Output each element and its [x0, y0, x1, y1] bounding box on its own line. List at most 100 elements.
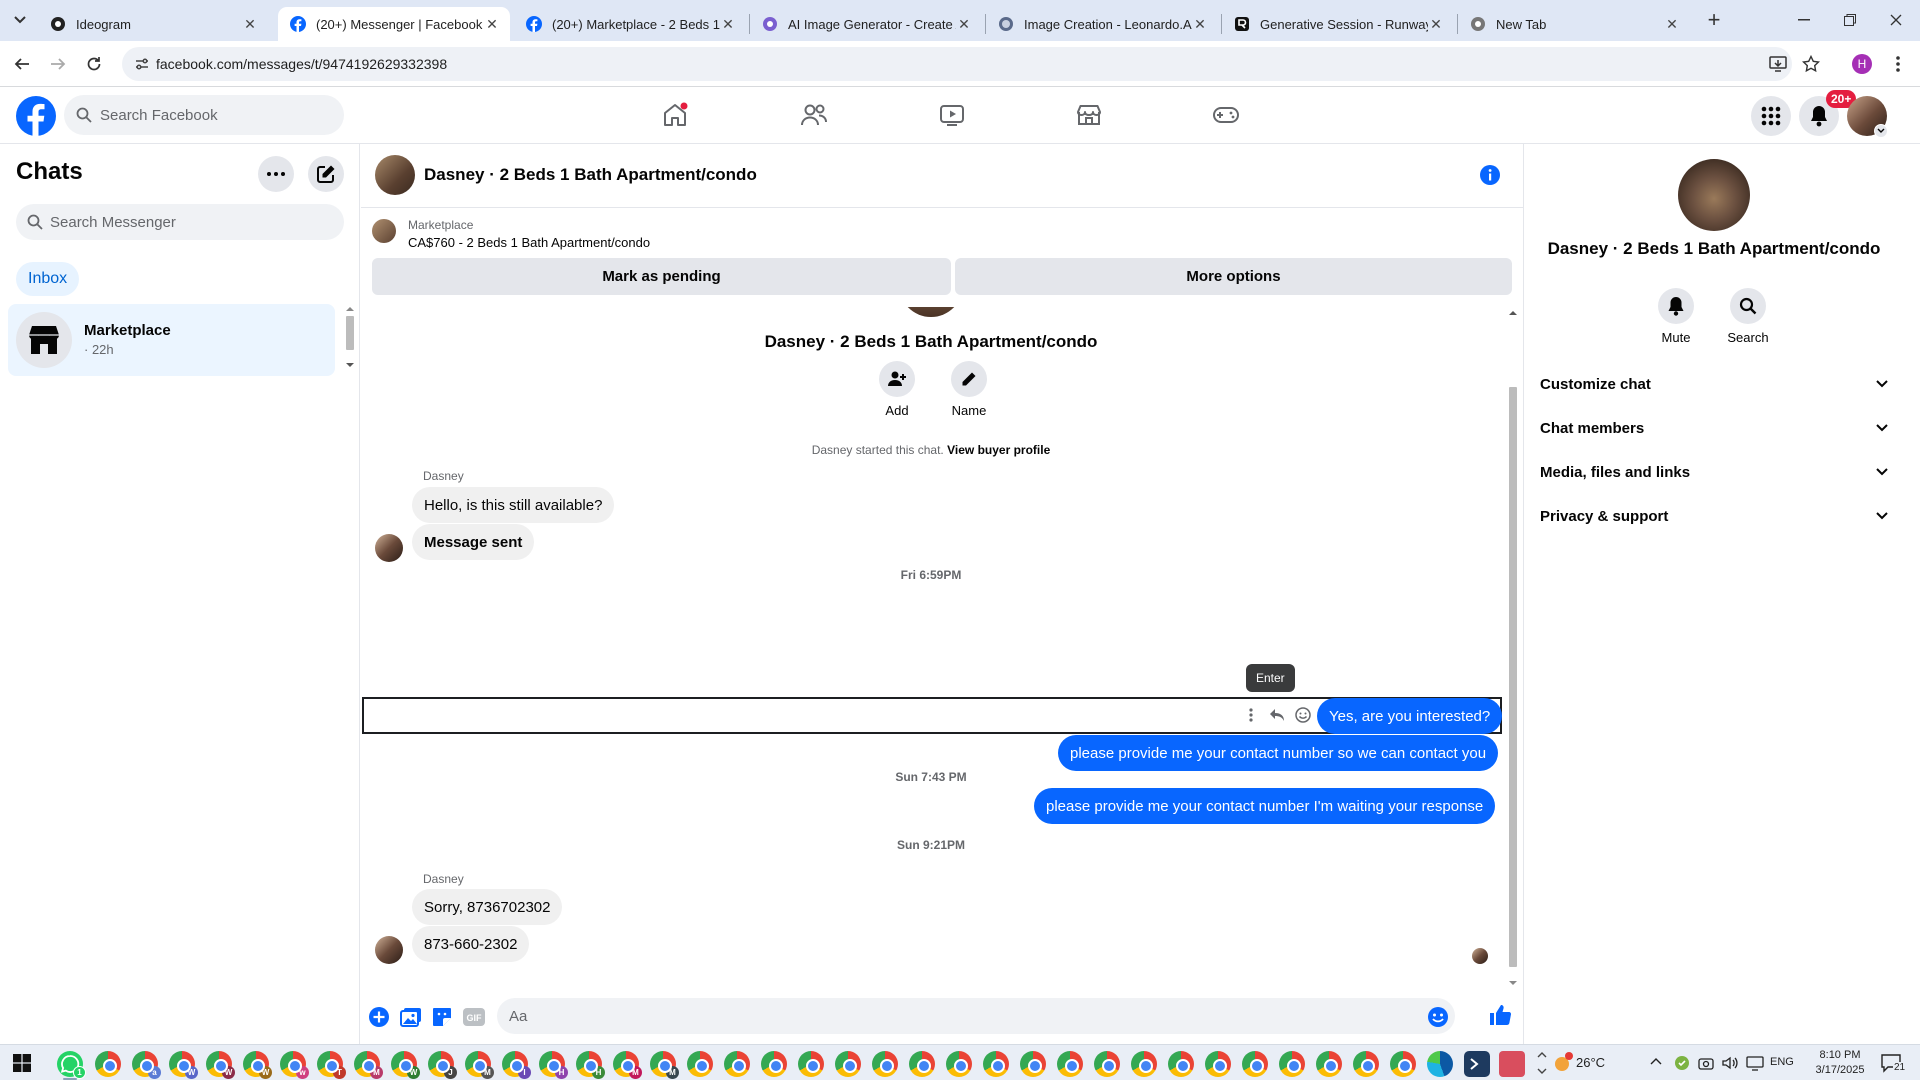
new-message-button[interactable] — [308, 156, 344, 192]
emoji-icon[interactable] — [1427, 1006, 1449, 1028]
security-tray-icon[interactable] — [1674, 1055, 1690, 1071]
chrome-icon[interactable]: a — [132, 1051, 161, 1079]
chrome-icon[interactable]: w — [280, 1051, 309, 1079]
thread-scrollbar[interactable] — [1505, 307, 1521, 990]
photo-icon[interactable] — [399, 1005, 423, 1029]
close-window-icon[interactable] — [1884, 8, 1908, 32]
facebook-logo-icon[interactable] — [16, 96, 56, 136]
message-input[interactable]: Aa — [497, 998, 1455, 1034]
chrome-icon[interactable] — [983, 1051, 1009, 1077]
chrome-icon[interactable]: M — [465, 1051, 494, 1079]
chrome-icon[interactable]: M — [354, 1051, 383, 1079]
chrome-icon[interactable] — [872, 1051, 898, 1077]
browser-tab[interactable]: (20+) Marketplace - 2 Beds 1 B ✕ — [514, 7, 746, 41]
rename-button[interactable]: Name — [934, 361, 1004, 418]
mark-as-pending-button[interactable]: Mark as pending — [372, 258, 951, 295]
chrome-icon[interactable] — [1020, 1051, 1046, 1077]
view-buyer-profile-link[interactable]: View buyer profile — [947, 443, 1050, 457]
chrome-icon[interactable] — [1279, 1051, 1305, 1077]
tab-search-button[interactable] — [8, 8, 32, 32]
close-icon[interactable]: ✕ — [1192, 16, 1208, 33]
video-icon[interactable] — [922, 95, 982, 135]
gaming-icon[interactable] — [1196, 95, 1256, 135]
chrome-icon[interactable] — [835, 1051, 861, 1077]
reload-icon[interactable] — [80, 50, 108, 78]
chrome-icon[interactable] — [1131, 1051, 1157, 1077]
listing-thumbnail[interactable] — [372, 219, 396, 243]
browser-tab[interactable]: AI Image Generator - Create Ar ✕ — [750, 7, 982, 41]
whatsapp-icon[interactable]: 1 — [57, 1051, 86, 1079]
chrome-icon[interactable] — [909, 1051, 935, 1077]
close-icon[interactable]: ✕ — [956, 16, 972, 33]
close-icon[interactable]: ✕ — [1664, 16, 1680, 33]
react-emoji-icon[interactable] — [1293, 705, 1313, 725]
chrome-icon[interactable] — [761, 1051, 787, 1077]
chrome-icon[interactable]: I — [502, 1051, 531, 1079]
site-info-icon[interactable] — [134, 56, 150, 72]
chrome-icon[interactable] — [1205, 1051, 1231, 1077]
browser-menu-icon[interactable] — [1884, 50, 1912, 78]
chrome-icon[interactable]: M — [650, 1051, 679, 1079]
listing-title[interactable]: CA$760 - 2 Beds 1 Bath Apartment/condo — [408, 235, 650, 250]
edge-icon[interactable] — [1427, 1051, 1453, 1077]
close-icon[interactable]: ✕ — [242, 16, 258, 33]
chrome-icon[interactable]: M — [613, 1051, 642, 1079]
messenger-search-input[interactable]: Search Messenger — [16, 204, 344, 240]
chrome-icon[interactable]: W — [243, 1051, 272, 1079]
close-icon[interactable]: ✕ — [720, 16, 736, 33]
menu-grid-button[interactable] — [1751, 96, 1791, 136]
mute-button[interactable]: Mute — [1641, 288, 1711, 345]
bookmark-star-icon[interactable] — [1797, 50, 1825, 78]
chat-avatar-large[interactable] — [1678, 159, 1750, 231]
marketplace-icon[interactable] — [1059, 95, 1119, 135]
chrome-icon[interactable]: T — [317, 1051, 346, 1079]
browser-tab[interactable]: Ideogram ✕ — [38, 7, 268, 41]
chat-list-item[interactable]: Marketplace · 22h — [8, 304, 335, 376]
add-people-button[interactable]: Add — [862, 361, 932, 418]
customize-chat-section[interactable]: Customize chat — [1540, 368, 1888, 400]
camera-tray-icon[interactable] — [1698, 1055, 1714, 1071]
chrome-icon[interactable]: W — [169, 1051, 198, 1079]
more-icon[interactable] — [1241, 705, 1261, 725]
media-files-links-section[interactable]: Media, files and links — [1540, 456, 1888, 488]
conversation-avatar[interactable] — [375, 155, 415, 195]
chrome-icon[interactable] — [687, 1051, 713, 1077]
sidebar-scrollbar[interactable] — [343, 306, 357, 370]
weather-icon[interactable] — [1553, 1051, 1575, 1073]
new-tab-button[interactable]: + — [1702, 7, 1726, 32]
minimize-icon[interactable] — [1792, 8, 1816, 32]
reply-icon[interactable] — [1267, 705, 1287, 725]
info-icon[interactable] — [1479, 164, 1501, 186]
restore-icon[interactable] — [1838, 8, 1862, 32]
inbox-filter-tab[interactable]: Inbox — [16, 262, 80, 296]
terminal-app-icon[interactable] — [1464, 1051, 1490, 1077]
chrome-icon[interactable] — [1057, 1051, 1083, 1077]
more-options-button[interactable]: More options — [955, 258, 1512, 295]
chrome-icon[interactable] — [1316, 1051, 1342, 1077]
browser-tab[interactable]: Image Creation - Leonardo.Ai ✕ — [986, 7, 1218, 41]
install-app-icon[interactable] — [1764, 50, 1792, 78]
close-icon[interactable]: ✕ — [1428, 16, 1444, 33]
chrome-icon[interactable] — [798, 1051, 824, 1077]
app-icon[interactable] — [1499, 1051, 1525, 1077]
network-icon[interactable] — [1746, 1055, 1764, 1071]
plus-circle-icon[interactable] — [367, 1005, 391, 1029]
browser-tab[interactable]: New Tab ✕ — [1458, 7, 1690, 41]
facebook-search-input[interactable]: Search Facebook — [64, 95, 344, 135]
home-icon[interactable] — [645, 95, 705, 135]
message-bubble-outgoing[interactable]: please provide me your contact number I'… — [1034, 788, 1496, 824]
message-bubble-incoming[interactable]: Sorry, 8736702302 — [412, 889, 563, 925]
chevron-up-icon[interactable] — [1650, 1057, 1662, 1065]
conversation-title[interactable]: Dasney · 2 Beds 1 Bath Apartment/condo — [424, 165, 757, 185]
chat-options-button[interactable] — [258, 156, 294, 192]
friends-icon[interactable] — [784, 95, 844, 135]
close-icon[interactable]: ✕ — [484, 16, 500, 33]
overflow-arrows[interactable] — [1536, 1049, 1548, 1077]
sticker-icon[interactable] — [430, 1005, 454, 1029]
browser-tab-active[interactable]: (20+) Messenger | Facebook ✕ — [278, 7, 510, 41]
chrome-icon[interactable] — [1353, 1051, 1379, 1077]
weather-text[interactable]: 26°C — [1576, 1055, 1605, 1070]
gif-icon[interactable]: GIF — [462, 1005, 486, 1029]
chrome-icon[interactable] — [946, 1051, 972, 1077]
browser-tab[interactable]: Generative Session - Runway ✕ — [1222, 7, 1454, 41]
